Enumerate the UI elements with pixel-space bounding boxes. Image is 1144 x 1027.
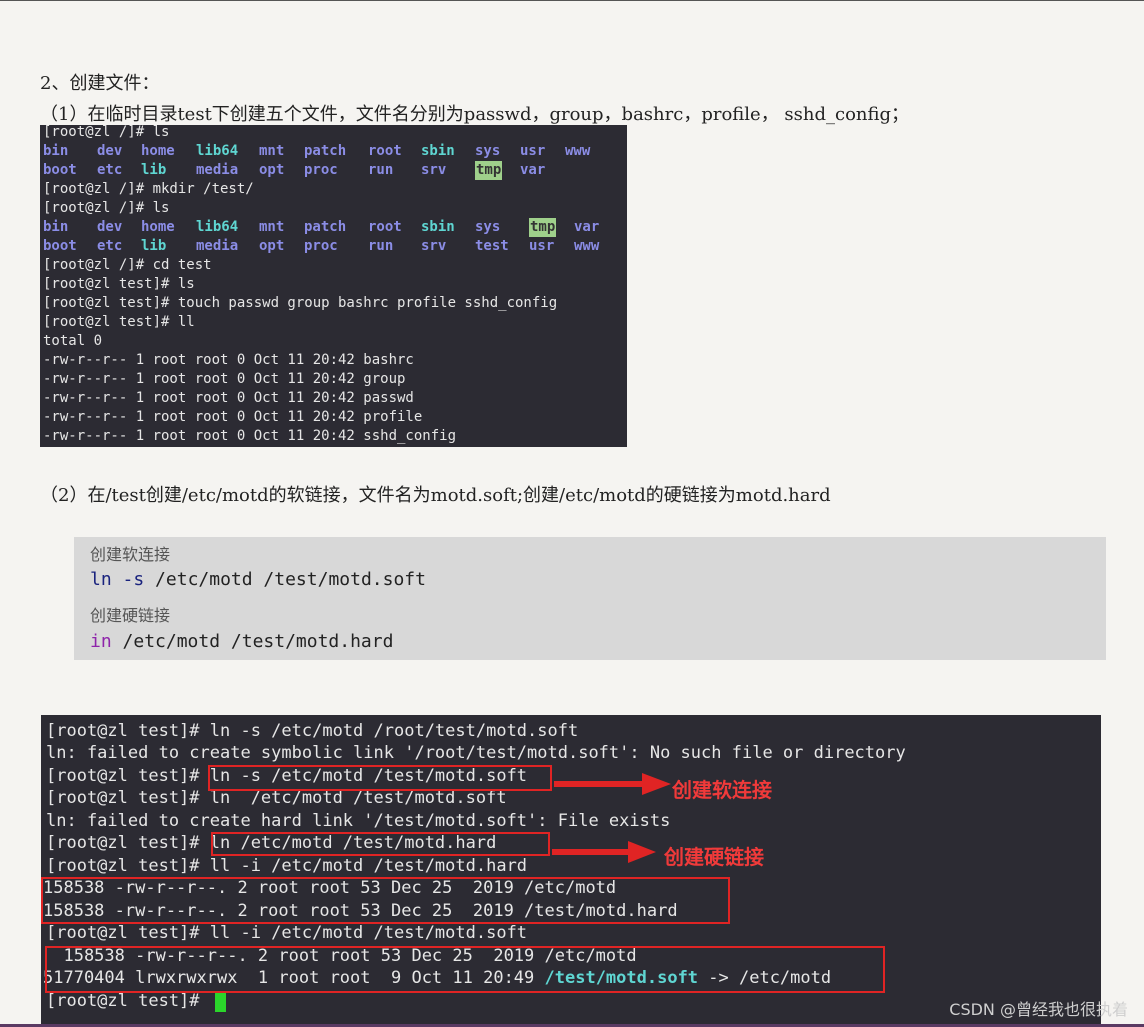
highlight-box-soft-result	[45, 946, 885, 993]
ls-entry: mnt	[259, 219, 285, 235]
arrow-right-icon	[552, 841, 656, 863]
terminal-line: [root@zl test]#	[46, 991, 210, 1011]
terminal-line: [root@zl test]# ls	[43, 276, 195, 292]
annotation-soft-link: 创建软连接	[672, 778, 772, 802]
code-line-hard-link: in /etc/motd /test/motd.hard	[90, 631, 393, 652]
task-1-text: （1）在临时目录test下创建五个文件，文件名分别为passwd，group，b…	[40, 104, 910, 125]
ls-entry: patch	[304, 219, 347, 235]
ls-entry: boot	[43, 162, 77, 178]
ls-entry: home	[141, 219, 175, 235]
ls-entry: lib	[141, 238, 167, 254]
ls-entry: test	[475, 238, 509, 254]
terminal-line: [root@zl test]# ll -i /etc/motd /test/mo…	[46, 923, 528, 943]
arrow-right-icon	[554, 773, 671, 795]
terminal-line: [root@zl test]# ll -i /etc/motd /test/mo…	[46, 856, 528, 876]
terminal-line: [root@zl /]# cd test	[43, 257, 212, 273]
ls-entry: media	[196, 238, 239, 254]
terminal-line: [root@zl /]# ls	[43, 125, 170, 140]
terminal-cursor	[215, 993, 226, 1012]
ls-entry: opt	[259, 162, 285, 178]
terminal-line: [root@zl test]# ll	[43, 314, 195, 330]
ls-entry: dev	[97, 143, 123, 159]
terminal-screenshot-1: [root@zl /]# ls bin dev home lib64 mnt patch r…	[40, 125, 627, 447]
code-flag: -s	[122, 569, 145, 590]
ls-entry: www	[574, 238, 600, 254]
csdn-watermark: CSDN @曾经我也很执着	[949, 1000, 1128, 1019]
ls-entry: proc	[304, 162, 338, 178]
terminal-line: total 0	[43, 333, 103, 349]
ls-entry: var	[574, 219, 600, 235]
ls-entry: www	[565, 143, 591, 159]
ls-entry: etc	[97, 162, 123, 178]
ls-entry: home	[141, 143, 175, 159]
terminal-line: -rw-r--r-- 1 root root 0 Oct 11 20:42 ss…	[43, 428, 457, 444]
terminal-line: -rw-r--r-- 1 root root 0 Oct 11 20:42 gr…	[43, 371, 406, 387]
highlight-box-soft-cmd	[208, 765, 552, 791]
ls-entry: bin	[43, 219, 69, 235]
ls-entry: boot	[43, 238, 77, 254]
code-block: 创建软连接 ln -s /etc/motd /test/motd.soft 创建…	[74, 537, 1106, 660]
code-keyword: ln	[90, 569, 112, 590]
ls-entry: lib64	[196, 143, 239, 159]
ls-entry: lib	[141, 162, 167, 178]
ls-entry: root	[368, 143, 402, 159]
code-args: /etc/motd /test/motd.soft	[144, 569, 426, 590]
ls-entry: mnt	[259, 143, 285, 159]
terminal-line: [root@zl /]# mkdir /test/	[43, 181, 254, 197]
terminal-line: ln: failed to create symbolic link '/roo…	[46, 743, 906, 763]
code-keyword: in	[90, 631, 112, 652]
ls-entry: run	[368, 238, 394, 254]
ls-entry: proc	[304, 238, 338, 254]
ls-entry: etc	[97, 238, 123, 254]
ls-entry: sys	[475, 143, 501, 159]
ls-entry: dev	[97, 219, 123, 235]
ls-entry: usr	[529, 238, 555, 254]
terminal-line: [root@zl test]# ln -s /etc/motd /root/te…	[46, 721, 579, 741]
ls-entry: tmp	[529, 218, 557, 237]
highlight-box-hard-cmd	[211, 832, 550, 856]
ls-entry: lib64	[196, 219, 239, 235]
ls-entry: media	[196, 162, 239, 178]
terminal-line: [root@zl /]# ls	[43, 200, 170, 216]
ls-entry: usr	[520, 143, 546, 159]
ls-entry: srv	[421, 238, 447, 254]
top-border	[0, 0, 1144, 1]
ls-entry: sbin	[421, 219, 455, 235]
terminal-line: -rw-r--r-- 1 root root 0 Oct 11 20:42 ba…	[43, 352, 414, 368]
ls-entry: run	[368, 162, 394, 178]
highlight-box-hard-result	[41, 877, 730, 924]
ls-entry: bin	[43, 143, 69, 159]
ls-entry: var	[520, 162, 546, 178]
ls-entry: sys	[475, 219, 501, 235]
code-args: /etc/motd /test/motd.hard	[111, 631, 394, 652]
annotation-hard-link: 创建硬链接	[664, 845, 764, 869]
code-line-soft-link: ln -s /etc/motd /test/motd.soft	[90, 569, 426, 590]
terminal-screenshot-2: [root@zl test]# ln -s /etc/motd /root/te…	[41, 715, 1101, 1024]
code-comment: 创建硬链接	[90, 606, 171, 625]
ls-entry: sbin	[421, 143, 455, 159]
ls-entry: opt	[259, 238, 285, 254]
ls-entry: patch	[304, 143, 347, 159]
terminal-line: -rw-r--r-- 1 root root 0 Oct 11 20:42 pa…	[43, 390, 414, 406]
task-2-text: （2）在/test创建/etc/motd的软链接，文件名为motd.soft;创…	[40, 485, 831, 506]
ls-entry: root	[368, 219, 402, 235]
ls-entry: srv	[421, 162, 447, 178]
terminal-line: [root@zl test]# touch passwd group bashr…	[43, 295, 558, 311]
terminal-line: ln: failed to create hard link '/test/mo…	[46, 811, 671, 831]
ls-entry: tmp	[475, 161, 503, 180]
section-heading: 2、创建文件：	[40, 73, 160, 94]
code-comment: 创建软连接	[90, 545, 171, 564]
terminal-line: -rw-r--r-- 1 root root 0 Oct 11 20:42 pr…	[43, 409, 423, 425]
